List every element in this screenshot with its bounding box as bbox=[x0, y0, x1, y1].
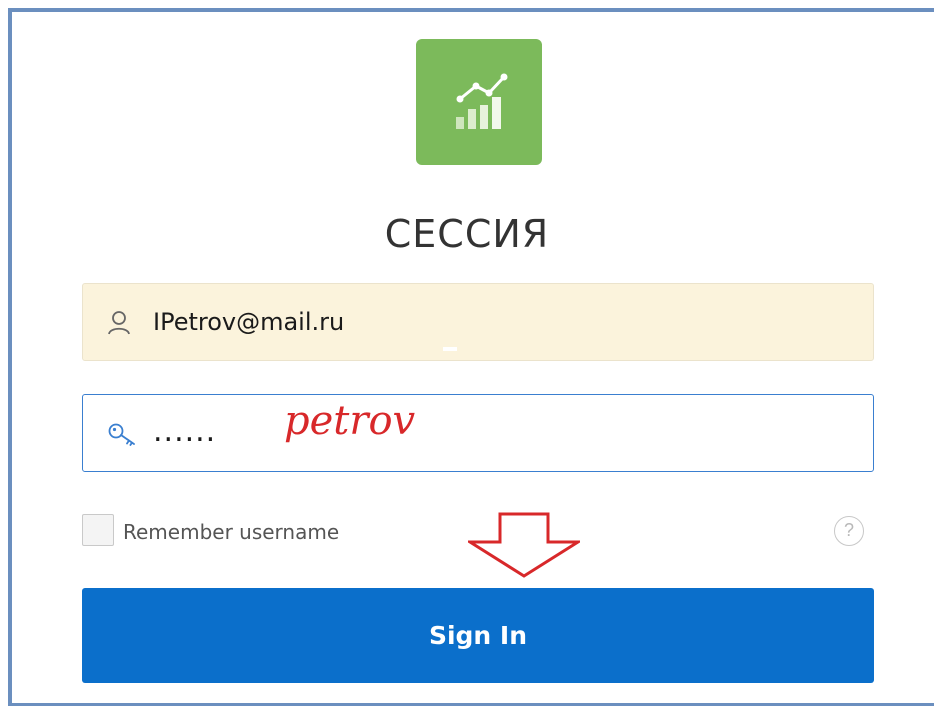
username-input[interactable] bbox=[153, 302, 503, 342]
text-caret bbox=[443, 347, 457, 351]
remember-label: Remember username bbox=[123, 520, 340, 544]
app-logo bbox=[416, 39, 542, 165]
remember-checkbox[interactable] bbox=[82, 514, 114, 546]
help-icon[interactable]: ? bbox=[834, 516, 864, 546]
user-icon bbox=[107, 310, 131, 341]
username-field[interactable] bbox=[82, 283, 874, 361]
key-icon bbox=[107, 421, 137, 452]
down-arrow-icon bbox=[468, 512, 580, 578]
handwritten-annotation: petrov bbox=[284, 398, 416, 444]
chart-logo-icon bbox=[456, 73, 508, 129]
password-field[interactable] bbox=[82, 394, 874, 472]
page-title: СЕССИЯ bbox=[384, 212, 550, 256]
sign-in-button[interactable]: Sign In bbox=[82, 588, 874, 683]
